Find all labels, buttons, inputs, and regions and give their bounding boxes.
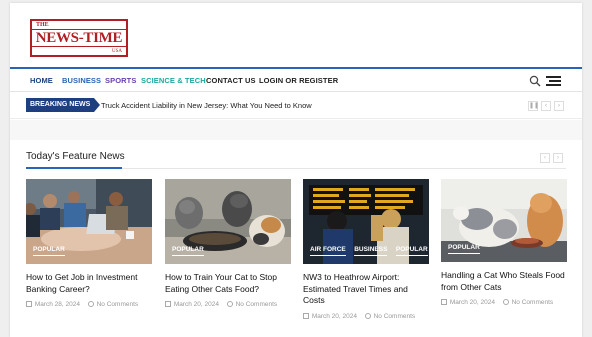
breaking-news-ticker: BREAKING NEWS Truck Accident Liability i…	[10, 93, 582, 119]
feature-card-image[interactable]: POPULAR	[441, 179, 567, 262]
logo-name: NEWS-TIME	[32, 29, 126, 47]
feature-card-meta: March 28, 2024 No Comments	[26, 301, 152, 308]
comment-icon	[502, 299, 509, 305]
feature-card: AIR FORCE BUSINESS POPULAR NW3 to Heathr…	[303, 179, 429, 320]
hamburger-menu-icon[interactable]	[546, 76, 561, 86]
divider-band	[10, 120, 582, 140]
feature-prev-button[interactable]: ‹	[540, 153, 550, 163]
search-icon[interactable]	[529, 75, 541, 87]
feature-card-title[interactable]: NW3 to Heathrow Airport: Estimated Trave…	[303, 272, 429, 307]
post-date: March 20, 2024	[311, 312, 357, 320]
feature-card: POPULAR How to Train Your Cat to Stop Ea…	[165, 179, 291, 308]
feature-card-image[interactable]: POPULAR	[165, 179, 291, 264]
calendar-icon	[26, 301, 32, 307]
chevron-left-icon: ‹	[545, 103, 547, 109]
chevron-right-icon: ›	[557, 155, 559, 161]
calendar-icon	[165, 301, 171, 307]
comments-link[interactable]: No Comments	[364, 312, 416, 320]
feature-card-title[interactable]: How to Get Job in Investment Banking Car…	[26, 272, 152, 295]
nav-home[interactable]: HOME	[30, 76, 53, 85]
nav-contact-us[interactable]: CONTACT US	[206, 76, 256, 85]
main-navigation: HOME BUSINESS SPORTS SCIENCE & TECH CONT…	[10, 67, 582, 92]
feature-card-meta: March 20, 2024 No Comments	[303, 312, 429, 320]
breaking-news-headline[interactable]: Truck Accident Liability in New Jersey: …	[101, 101, 312, 110]
post-date: March 20, 2024	[173, 301, 219, 308]
nav-login-register[interactable]: LOGIN OR REGISTER	[259, 76, 338, 85]
comments-count: No Comments	[373, 312, 416, 320]
comments-count: No Comments	[96, 301, 139, 308]
comment-icon	[364, 312, 371, 319]
feature-card-image[interactable]: POPULAR	[26, 179, 152, 264]
comments-count: No Comments	[235, 301, 278, 308]
logo-sub: USA	[111, 49, 122, 54]
feature-card: POPULAR Handling a Cat Who Steals Food f…	[441, 179, 567, 306]
section-title: Today's Feature News	[26, 151, 125, 162]
post-date: March 20, 2024	[449, 299, 495, 306]
comments-link[interactable]: No Comments	[502, 299, 554, 306]
site-logo[interactable]: THE NEWS-TIME USA	[30, 19, 128, 57]
comment-icon	[87, 301, 94, 307]
feature-card-meta: March 20, 2024 No Comments	[165, 301, 291, 308]
ticker-next-button[interactable]: ›	[554, 101, 564, 111]
ticker-prev-button[interactable]: ‹	[541, 101, 551, 111]
logo-the: THE	[36, 22, 49, 28]
calendar-icon	[303, 312, 309, 319]
category-tag[interactable]: POPULAR	[448, 244, 480, 254]
feature-card-meta: March 20, 2024 No Comments	[441, 299, 567, 306]
feature-card: POPULAR How to Get Job in Investment Ban…	[26, 179, 152, 308]
post-date: March 28, 2024	[34, 301, 80, 308]
feature-card-title[interactable]: Handling a Cat Who Steals Food from Othe…	[441, 270, 567, 293]
comments-link[interactable]: No Comments	[87, 301, 139, 308]
nav-business[interactable]: BUSINESS	[62, 76, 101, 85]
chevron-left-icon: ‹	[544, 155, 546, 161]
comment-icon	[226, 301, 233, 307]
nav-science-tech[interactable]: SCIENCE & TECH	[141, 76, 206, 85]
category-tag[interactable]: AIR FORCE	[310, 246, 346, 256]
calendar-icon	[441, 299, 447, 305]
comments-link[interactable]: No Comments	[226, 301, 278, 308]
breaking-news-label: BREAKING NEWS	[26, 98, 100, 112]
comments-count: No Comments	[511, 299, 554, 306]
pause-icon[interactable]: ❚❚	[528, 101, 539, 111]
category-tag[interactable]: POPULAR	[172, 246, 204, 256]
category-tag[interactable]: POPULAR	[395, 246, 428, 256]
feature-card-image[interactable]: AIR FORCE BUSINESS POPULAR	[303, 179, 429, 264]
section-title-underline	[26, 167, 122, 169]
nav-sports[interactable]: SPORTS	[105, 76, 136, 85]
chevron-right-icon: ›	[558, 103, 560, 109]
feature-card-title[interactable]: How to Train Your Cat to Stop Eating Oth…	[165, 272, 291, 295]
category-tag[interactable]: BUSINESS	[354, 246, 388, 256]
page-frame: THE NEWS-TIME USA HOME BUSINESS SPORTS S…	[10, 3, 582, 337]
category-tag[interactable]: POPULAR	[33, 246, 65, 256]
feature-next-button[interactable]: ›	[553, 153, 563, 163]
